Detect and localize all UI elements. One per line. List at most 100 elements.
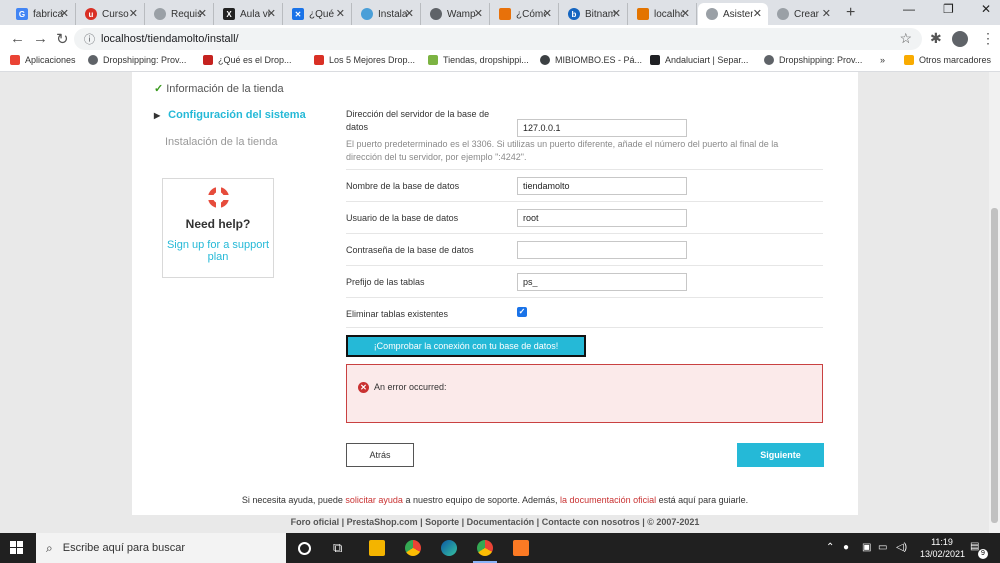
address-bar[interactable]: ⓘ localhost/tiendamolto/install/ ☆ [74,28,922,50]
close-icon[interactable]: ✕ [129,7,138,20]
browser-tab[interactable]: Wamp ✕ [422,3,490,25]
browser-tab[interactable]: Requisitos ✕ [146,3,214,25]
next-button[interactable]: Siguiente [737,443,824,467]
browser-tab[interactable]: ✕ ¿Qué ✕ [284,3,352,25]
close-icon[interactable]: ✕ [336,7,345,20]
close-icon[interactable]: ✕ [612,7,621,20]
bookmark-item[interactable]: Los 5 Mejores Drop... [314,55,415,65]
url-text: localhost/tiendamolto/install/ [101,33,239,45]
documentation-link[interactable]: la documentación oficial [560,495,656,505]
password-input[interactable] [517,241,687,259]
bookmark-item[interactable]: Andaluciart | Separ... [650,55,748,65]
prestashop-icon [764,55,774,65]
maximize-icon[interactable]: ❐ [943,2,954,16]
chrome-icon[interactable] [405,540,421,556]
bookmark-favicon [428,55,438,65]
reload-icon[interactable]: ↻ [56,30,69,48]
bookmark-item[interactable]: ¿Qué es el Drop... [203,55,292,65]
help-title: Need help? [185,217,251,231]
tab-strip: G fabricante de ventanas ✕ u Curso ✕ Req… [0,0,1000,25]
bookmark-star-icon[interactable]: ☆ [899,30,912,47]
window-close-icon[interactable]: ✕ [981,2,991,16]
more-bookmarks-button[interactable]: » [880,55,885,65]
info-icon[interactable]: ⓘ [84,31,95,47]
server-hint: El puerto predeterminado es el 3306. Si … [346,139,779,162]
close-icon[interactable]: ✕ [543,7,552,20]
bookmark-item[interactable]: Dropshipping: Prov... [764,55,862,65]
close-icon[interactable]: ✕ [753,7,762,20]
tray-chevron-icon[interactable]: ⌃ [826,542,834,553]
edge-icon[interactable] [441,540,457,556]
step-current: ▶ Configuración del sistema [154,109,306,121]
minimize-icon[interactable]: — [903,2,915,16]
browser-tab[interactable]: Crear ✕ [769,3,837,25]
server-label: Dirección del servidor de la base de dat… [346,109,490,132]
lifebuoy-icon [208,187,229,208]
menu-dots-icon[interactable]: ⋮ [981,30,995,47]
scrollbar-thumb[interactable] [991,208,998,523]
task-view-icon[interactable]: ⧉ [333,540,349,556]
tab-label: Aula virtual [240,8,270,20]
bitnami-icon: b [568,8,580,20]
browser-tab[interactable]: u Curso ✕ [77,3,145,25]
browser-tab-active[interactable]: Asistente ✕ [698,3,768,25]
bookmark-item[interactable]: Tiendas, dropshippi... [428,55,529,65]
support-plan-link[interactable]: Sign up for a support plan [163,239,273,263]
page-scrollbar[interactable] [989,72,1000,533]
dbname-input[interactable] [517,177,687,195]
close-icon[interactable]: ✕ [474,7,483,20]
user-input[interactable] [517,209,687,227]
close-icon[interactable]: ✕ [267,7,276,20]
request-help-link[interactable]: solicitar ayuda [345,495,403,505]
server-input[interactable] [517,119,687,137]
other-bookmarks-folder[interactable]: Otros marcadores [904,55,991,65]
close-icon[interactable]: ✕ [198,7,207,20]
bookmark-item[interactable]: Dropshipping: Prov... [88,55,186,65]
tab-label: ¿Cómo [516,8,546,20]
browser-tab[interactable]: ¿Cómo ✕ [491,3,559,25]
check-connection-button[interactable]: ¡Comprobar la conexión con tu base de da… [346,335,586,357]
tray-image-icon[interactable]: ▣ [862,542,871,553]
browser-toolbar: ← → ↻ ⓘ localhost/tiendamolto/install/ ☆… [0,25,1000,53]
taskbar-clock[interactable]: 11:19 13/02/2021 [920,536,965,560]
chrome-active-icon[interactable] [473,540,497,563]
close-icon[interactable]: ✕ [681,7,690,20]
drop-tables-label: Eliminar tablas existentes [346,309,449,319]
xampp-icon[interactable] [513,540,529,556]
bookmark-item[interactable]: Aplicaciones [10,55,76,65]
close-icon[interactable]: ✕ [60,7,69,20]
bookmark-item[interactable]: MIBIOMBO.ES - Pá... [540,55,642,65]
file-explorer-icon[interactable] [369,540,385,556]
browser-tab[interactable]: localhost ✕ [629,3,697,25]
network-icon[interactable]: ▭ [878,542,887,553]
page-footer[interactable]: Foro oficial | PrestaShop.com | Soporte … [0,517,990,527]
tray-app-icon[interactable]: ● [843,542,849,553]
volume-icon[interactable]: ◁) [896,542,907,553]
back-arrow-icon[interactable]: ← [10,30,25,47]
forward-arrow-icon[interactable]: → [33,30,48,47]
browser-tab[interactable]: G fabricante de ventanas ✕ [8,3,76,25]
close-icon[interactable]: ✕ [822,7,831,20]
tab-label: Crear [794,8,820,20]
page-viewport: ✓ Información de la tienda ▶ Configuración… [0,72,990,533]
help-line: Si necesita ayuda, puede solicitar ayuda… [241,495,749,505]
error-text: An error occurred: [374,382,447,392]
prestashop-icon [777,8,789,20]
windows-start-icon[interactable] [10,541,23,554]
prefix-input[interactable] [517,273,687,291]
back-button[interactable]: Atrás [346,443,414,467]
new-tab-button[interactable]: + [846,4,855,22]
clock-time: 11:19 [931,537,953,547]
taskbar-search[interactable]: ⌕ Escribe aquí para buscar [36,533,286,563]
browser-tab[interactable]: Instalación ✕ [353,3,421,25]
browser-tab[interactable]: b Bitnami ✕ [560,3,628,25]
cortana-icon[interactable] [298,542,311,555]
search-placeholder: Escribe aquí para buscar [62,542,186,554]
profile-avatar[interactable] [952,31,968,47]
mascot-icon [499,8,511,20]
extensions-icon[interactable]: ✱ [930,30,942,47]
close-icon[interactable]: ✕ [405,7,414,20]
drop-tables-checkbox[interactable]: ✓ [517,307,527,317]
browser-tab[interactable]: X Aula virtual ✕ [215,3,283,25]
prefix-row: Prefijo de las tablas [346,266,823,298]
